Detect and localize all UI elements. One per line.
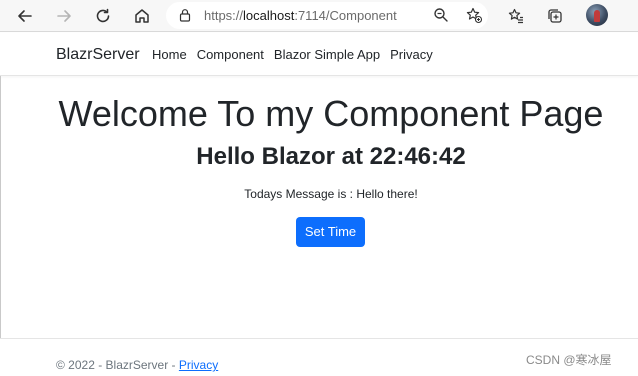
page-title: Welcome To my Component Page (58, 93, 604, 134)
footer-privacy-link[interactable]: Privacy (179, 358, 218, 372)
watermark-text: CSDN @寒冰屋 (526, 353, 612, 367)
forward-arrow-icon[interactable] (51, 3, 77, 29)
url-text[interactable]: https://localhost:7114/Component (204, 8, 397, 23)
nav-link-blazor-simple-app[interactable]: Blazor Simple App (274, 47, 380, 62)
browser-toolbar: https://localhost:7114/Component (0, 0, 638, 32)
nav-link-privacy[interactable]: Privacy (390, 47, 433, 62)
hello-heading: Hello Blazor at 22:46:42 (196, 143, 466, 170)
refresh-icon[interactable] (90, 3, 116, 29)
profile-avatar[interactable] (586, 4, 608, 26)
footer: © 2022 - BlazrServer - Privacy CSDN @寒冰屋 (0, 338, 638, 376)
nav-link-component[interactable]: Component (197, 47, 264, 62)
nav-link-home[interactable]: Home (152, 47, 187, 62)
set-time-button[interactable]: Set Time (296, 217, 365, 247)
lock-icon[interactable] (178, 8, 192, 22)
url-host: localhost (243, 8, 295, 23)
navbar-brand[interactable]: BlazrServer (56, 45, 140, 64)
url-path: :7114/Component (294, 8, 397, 23)
zoom-icon[interactable] (428, 2, 454, 28)
collections-icon[interactable] (542, 3, 568, 29)
favorites-icon[interactable] (503, 3, 529, 29)
back-arrow-icon[interactable] (12, 3, 38, 29)
app-navbar: BlazrServer Home Component Blazor Simple… (0, 33, 638, 76)
todays-message: Todays Message is : Hello there! (244, 187, 418, 201)
nav-links: Home Component Blazor Simple App Privacy (152, 47, 433, 62)
footer-copyright: © 2022 - BlazrServer - Privacy (56, 358, 218, 372)
copyright-text: © 2022 - BlazrServer - (56, 358, 179, 372)
home-icon[interactable] (129, 3, 155, 29)
address-bar[interactable]: https://localhost:7114/Component (166, 2, 488, 29)
favorite-add-icon[interactable] (461, 2, 487, 28)
url-scheme: https:// (204, 8, 244, 23)
